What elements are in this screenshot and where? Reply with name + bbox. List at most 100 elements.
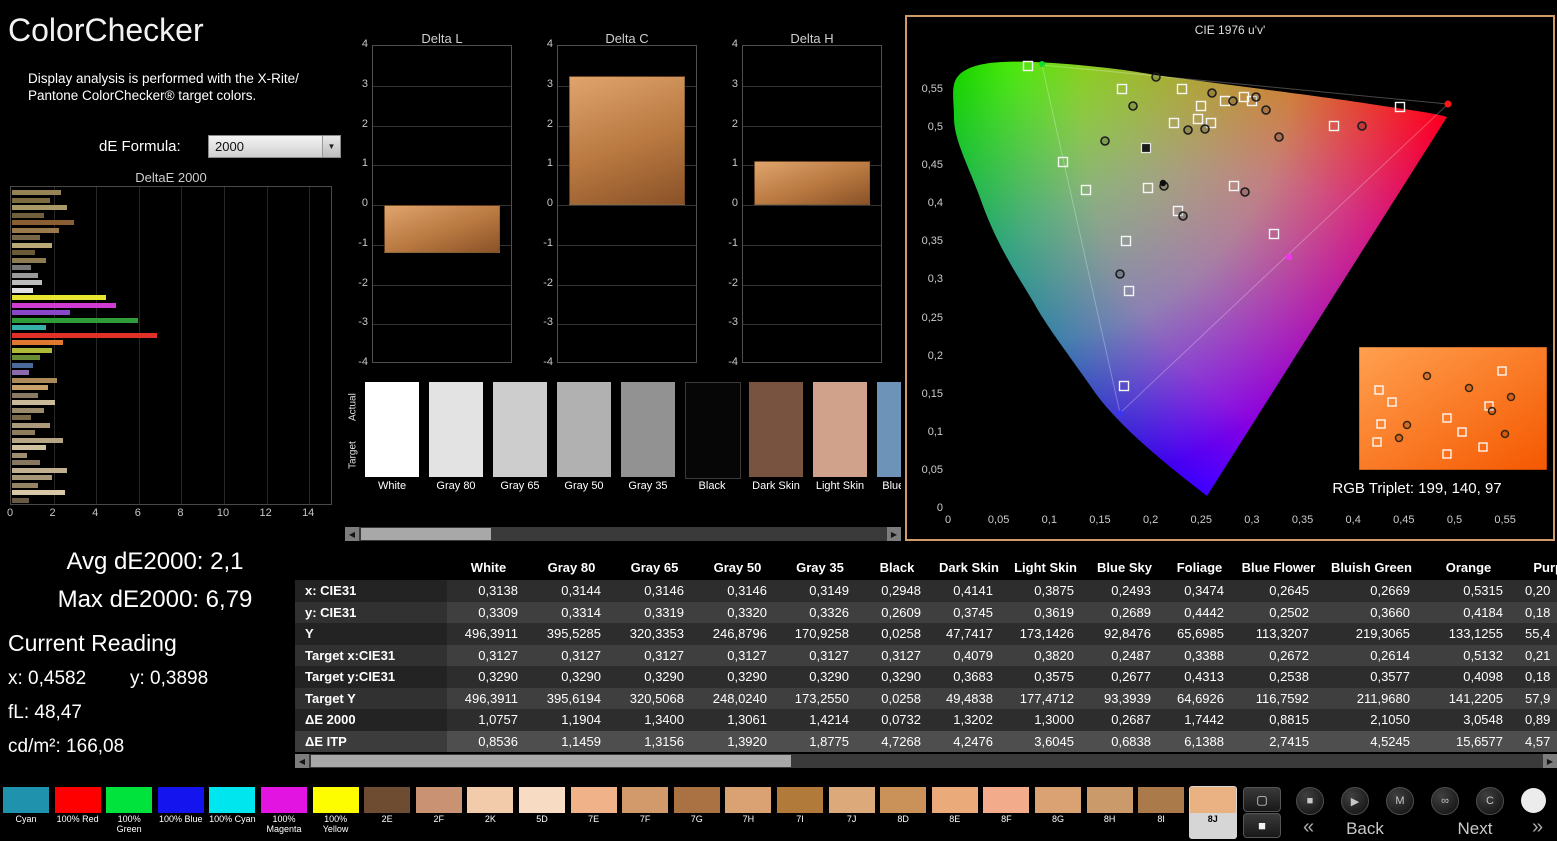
patch-button-8d[interactable]: 8D — [879, 786, 928, 839]
table-cell: 0,3290 — [561, 669, 601, 684]
table-cell: 0,3319 — [644, 604, 684, 620]
table-cell: 0,3290 — [727, 669, 767, 684]
patch-button-7e[interactable]: 7E — [569, 786, 618, 839]
patch-button-7h[interactable]: 7H — [724, 786, 773, 839]
y-tick-label: -4 — [728, 356, 738, 368]
table-cell: 0,3146 — [644, 583, 684, 598]
y-tick-label: 0 — [731, 197, 738, 209]
patch-swatch — [519, 787, 565, 813]
patch-button-100-magenta[interactable]: 100% Magenta — [260, 786, 308, 839]
patch-button-8e[interactable]: 8E — [930, 786, 979, 839]
patch-toolbar: Cyan 100% Red 100% Green 100% Blue 100% Cyan… — [0, 785, 1240, 841]
next-arrow-icon[interactable]: » — [1532, 816, 1543, 839]
green-primary-dot — [1039, 61, 1045, 67]
patch-button-100-red[interactable]: 100% Red — [53, 786, 102, 839]
table-cell: 113,3207 — [1255, 626, 1309, 641]
grid-line — [53, 187, 55, 504]
patch-swatch — [467, 787, 514, 813]
y-tick-label: 3 — [361, 77, 368, 90]
cie-y-tick: 0,2 — [927, 349, 943, 362]
meter-button[interactable]: M — [1386, 787, 1414, 815]
patch-swatch — [261, 787, 307, 813]
scroll-thumb[interactable] — [311, 755, 791, 767]
grid-line — [181, 187, 183, 504]
table-cell: 0,3146 — [727, 583, 767, 598]
patch-button-8g[interactable]: 8G — [1034, 786, 1082, 839]
swatch-scrollbar[interactable]: ◀ ▶ — [345, 527, 901, 541]
refresh-button[interactable]: C — [1476, 787, 1504, 815]
patch-button-cyan[interactable]: Cyan — [2, 786, 50, 839]
scroll-left-arrow[interactable]: ◀ — [345, 527, 359, 541]
table-cell: 0,4313 — [1184, 669, 1224, 684]
deltae-bar — [12, 355, 40, 360]
column-header: Blue Flower — [1241, 560, 1316, 575]
deltae-bar — [12, 205, 68, 210]
patch-button-8i[interactable]: 8I — [1137, 786, 1186, 839]
table-cell: 4,7268 — [881, 733, 921, 749]
patch-button-2e[interactable]: 2E — [363, 786, 412, 839]
table-cell: 1,7442 — [1184, 712, 1224, 727]
table-cell: 1,0757 — [478, 712, 518, 727]
patch-button-100-blue[interactable]: 100% Blue — [156, 786, 205, 839]
patch-button-100-cyan[interactable]: 100% Cyan — [208, 786, 257, 839]
scroll-right-arrow[interactable]: ▶ — [1543, 754, 1557, 768]
table-cell: 320,5068 — [629, 690, 684, 706]
patch-label: Blue Sky — [882, 480, 901, 492]
y-tick-label: 2 — [731, 117, 738, 130]
patch-swatch — [364, 787, 411, 813]
pattern-solid-button[interactable]: ■ — [1243, 813, 1281, 838]
patch-button-7g[interactable]: 7G — [672, 786, 721, 839]
table-cell: 0,21 — [1525, 647, 1551, 663]
table-cell: 1,1459 — [561, 733, 601, 749]
y-tick-label: 1 — [546, 157, 553, 170]
table-cell: 1,3202 — [953, 712, 993, 727]
table-cell: 0,2538 — [1269, 669, 1309, 684]
patch-button-5d[interactable]: 5D — [518, 786, 566, 839]
cie-x-tick: 0,25 — [1190, 514, 1212, 526]
cie-y-tick: 0 — [936, 502, 943, 514]
patch-swatch — [622, 787, 669, 813]
next-button[interactable]: Next — [1435, 819, 1515, 839]
patch-button-7i[interactable]: 7I — [776, 786, 824, 839]
scroll-left-arrow[interactable]: ◀ — [295, 754, 309, 768]
patch-swatch — [106, 787, 153, 813]
deltae-bar — [12, 400, 55, 405]
magenta-dot-marker — [1285, 253, 1293, 261]
patch-button-8h[interactable]: 8H — [1085, 786, 1134, 839]
patch-swatch — [1086, 787, 1133, 813]
patch-button-100-green[interactable]: 100% Green — [105, 786, 154, 839]
patch-swatch — [983, 787, 1030, 813]
patch-swatch — [1138, 787, 1185, 813]
reading-cdm2: cd/m²: 166,08 — [8, 736, 125, 757]
deltae-bar — [12, 370, 30, 375]
table-cell: 0,3138 — [478, 583, 518, 598]
chevron-down-icon[interactable]: ▼ — [322, 136, 340, 157]
back-arrow-icon[interactable]: « — [1303, 816, 1314, 839]
table-scrollbar[interactable]: ◀ ▶ — [295, 754, 1557, 768]
y-tick-label: 4 — [731, 38, 738, 50]
table-cell: 0,3144 — [561, 583, 601, 598]
pattern-window-button[interactable]: ▢ — [1243, 787, 1281, 812]
patch-button-8f[interactable]: 8F — [982, 786, 1031, 839]
patch-button-label: 7I — [796, 814, 804, 824]
back-button[interactable]: Back — [1325, 819, 1405, 839]
de-formula-select[interactable]: 2000 ▼ — [208, 135, 341, 158]
patch-button-2f[interactable]: 2F — [414, 786, 463, 839]
column-header: White — [470, 560, 507, 575]
cie-y-tick: 0,35 — [921, 235, 943, 248]
scroll-thumb[interactable] — [361, 528, 491, 540]
patch-button-7f[interactable]: 7F — [621, 786, 670, 839]
patch-button-7j[interactable]: 7J — [827, 786, 876, 839]
continuous-read-button[interactable]: ∞ — [1431, 787, 1459, 815]
play-button[interactable]: ▶ — [1341, 787, 1369, 815]
deltae-bar — [12, 250, 36, 255]
stop-button[interactable]: ■ — [1296, 787, 1324, 815]
patch-label: Gray 80 — [436, 480, 476, 492]
table-cell: 0,3314 — [561, 604, 601, 620]
patch-button-2k[interactable]: 2K — [466, 786, 515, 839]
patch-button-100-yellow[interactable]: 100% Yellow — [311, 786, 360, 839]
patch-button-8j[interactable]: 8J — [1188, 786, 1237, 839]
patch-button-label: 8E — [949, 814, 961, 824]
scroll-right-arrow[interactable]: ▶ — [887, 527, 901, 541]
deltae-bar — [12, 317, 138, 323]
